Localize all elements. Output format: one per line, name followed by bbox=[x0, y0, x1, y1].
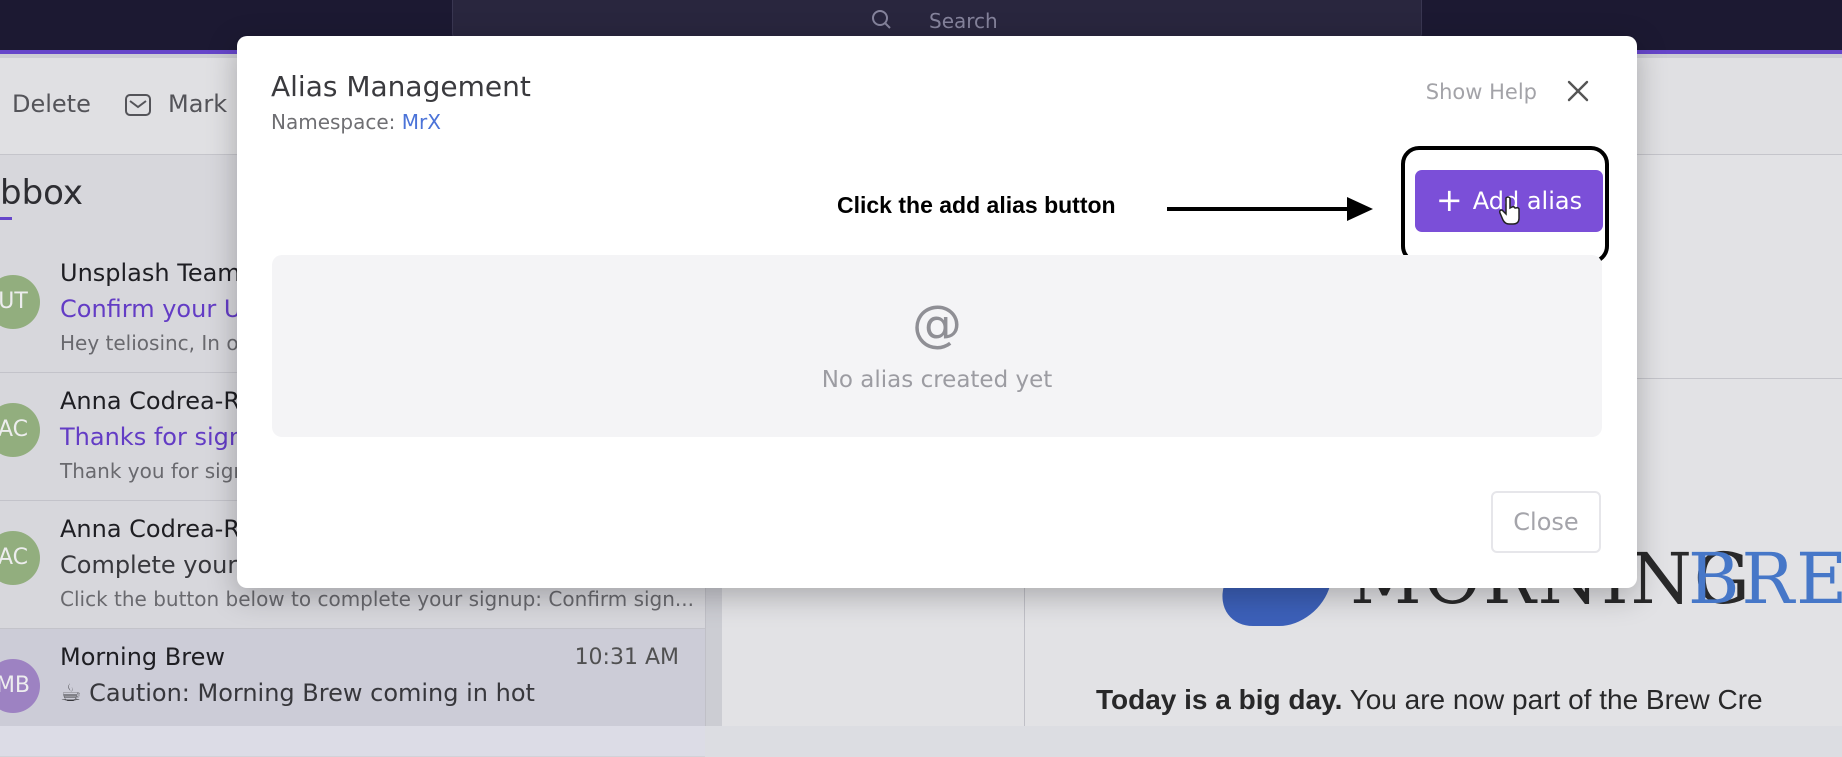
alias-empty-state: @ No alias created yet bbox=[272, 255, 1602, 437]
close-button[interactable]: Close bbox=[1491, 491, 1601, 553]
dialog-title: Alias Management bbox=[271, 70, 531, 103]
empty-state-text: No alias created yet bbox=[821, 367, 1053, 393]
close-icon[interactable] bbox=[1565, 78, 1591, 104]
show-help-link[interactable]: Show Help bbox=[1426, 80, 1537, 104]
namespace-label: Namespace: MrX bbox=[271, 110, 441, 134]
at-icon: @ bbox=[912, 295, 962, 353]
namespace-label-text: Namespace: bbox=[271, 110, 402, 134]
annotation-text: Click the add alias button bbox=[837, 192, 1116, 218]
annotation-arrow-icon bbox=[1167, 197, 1373, 221]
alias-management-dialog: Alias Management Namespace: MrX Show Hel… bbox=[237, 36, 1637, 588]
hand-cursor-icon bbox=[1499, 196, 1520, 225]
namespace-value[interactable]: MrX bbox=[402, 110, 441, 134]
